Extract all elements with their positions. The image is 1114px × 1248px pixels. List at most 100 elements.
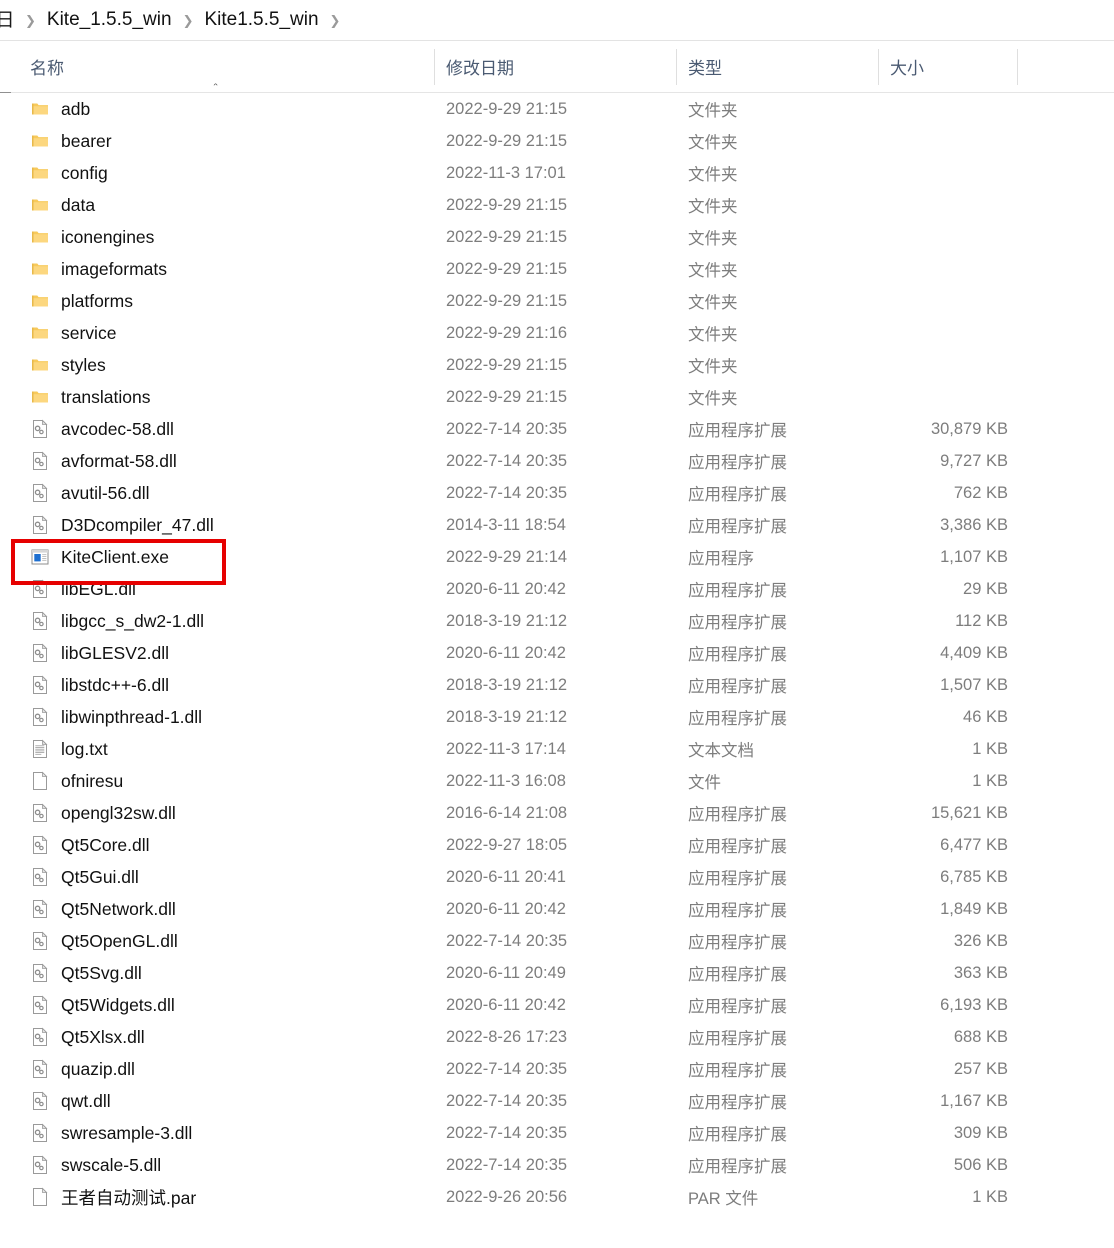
file-row[interactable]: Qt5Gui.dll 2020-6-11 20:41 应用程序扩展 6,785 KB xyxy=(0,861,1114,893)
file-row[interactable]: bearer 2022-9-29 21:15 文件夹 xyxy=(0,125,1114,157)
file-date-cell: 2022-7-14 20:35 xyxy=(446,1091,568,1110)
file-row[interactable]: KiteClient.exe 2022-9-29 21:14 应用程序 1,107 K… xyxy=(0,541,1114,573)
file-row[interactable]: avformat-58.dll 2022-7-14 20:35 应用程序扩展 9,72… xyxy=(0,445,1114,477)
file-name-cell[interactable]: Qt5Svg.dll xyxy=(30,963,142,984)
dll-icon xyxy=(30,515,50,535)
file-name-label: swscale-5.dll xyxy=(61,1154,162,1175)
file-row[interactable]: data 2022-9-29 21:15 文件夹 xyxy=(0,189,1114,221)
file-size-cell: 9,727 KB xyxy=(940,451,1008,470)
file-name-cell[interactable]: libwinpthread-1.dll xyxy=(30,707,202,728)
file-name-cell[interactable]: adb xyxy=(30,99,90,120)
file-name-cell[interactable]: config xyxy=(30,163,108,184)
file-name-cell[interactable]: KiteClient.exe xyxy=(30,547,169,568)
file-row[interactable]: libEGL.dll 2020-6-11 20:42 应用程序扩展 29 KB xyxy=(0,573,1114,605)
file-date-cell: 2020-6-11 20:49 xyxy=(446,963,566,982)
file-name-cell[interactable]: Qt5Xlsx.dll xyxy=(30,1027,145,1048)
breadcrumb-item-0[interactable]: Kite_1.5.5_win xyxy=(45,9,174,31)
file-name-cell[interactable]: avutil-56.dll xyxy=(30,483,150,504)
file-name-cell[interactable]: log.txt xyxy=(30,739,108,760)
file-row[interactable]: platforms 2022-9-29 21:15 文件夹 xyxy=(0,285,1114,317)
file-name-cell[interactable]: platforms xyxy=(30,291,133,312)
file-name-cell[interactable]: Qt5OpenGL.dll xyxy=(30,931,178,952)
breadcrumb-chevron-icon[interactable]: ❯ xyxy=(16,14,45,27)
file-name-label: libGLESV2.dll xyxy=(61,642,169,663)
file-name-label: KiteClient.exe xyxy=(61,546,169,567)
file-date-cell: 2022-11-3 16:08 xyxy=(446,771,566,790)
text-icon xyxy=(30,739,50,759)
file-name-cell[interactable]: Qt5Core.dll xyxy=(30,835,150,856)
file-row[interactable]: service 2022-9-29 21:16 文件夹 xyxy=(0,317,1114,349)
file-type-cell: 文本文档 xyxy=(688,742,754,760)
file-row[interactable]: Qt5Core.dll 2022-9-27 18:05 应用程序扩展 6,477 KB xyxy=(0,829,1114,861)
file-row[interactable]: translations 2022-9-29 21:15 文件夹 xyxy=(0,381,1114,413)
file-row[interactable]: swscale-5.dll 2022-7-14 20:35 应用程序扩展 506 KB xyxy=(0,1149,1114,1181)
file-name-cell[interactable]: ofniresu xyxy=(30,771,123,792)
file-row[interactable]: styles 2022-9-29 21:15 文件夹 xyxy=(0,349,1114,381)
column-divider[interactable] xyxy=(1017,49,1018,85)
file-name-cell[interactable]: Qt5Network.dll xyxy=(30,899,176,920)
file-name-cell[interactable]: opengl32sw.dll xyxy=(30,803,176,824)
file-name-cell[interactable]: iconengines xyxy=(30,227,154,248)
file-name-cell[interactable]: libEGL.dll xyxy=(30,579,136,600)
file-row[interactable]: quazip.dll 2022-7-14 20:35 应用程序扩展 257 KB xyxy=(0,1053,1114,1085)
file-name-cell[interactable]: Qt5Widgets.dll xyxy=(30,995,175,1016)
file-row[interactable]: adb 2022-9-29 21:15 文件夹 xyxy=(0,93,1114,125)
file-row[interactable]: qwt.dll 2022-7-14 20:35 应用程序扩展 1,167 KB xyxy=(0,1085,1114,1117)
file-name-cell[interactable]: swscale-5.dll xyxy=(30,1155,161,1176)
file-date-cell: 2022-9-29 21:15 xyxy=(446,355,568,374)
file-row[interactable]: libwinpthread-1.dll 2018-3-19 21:12 应用程序扩展… xyxy=(0,701,1114,733)
file-name-cell[interactable]: avcodec-58.dll xyxy=(30,419,174,440)
file-type-cell: 应用程序扩展 xyxy=(688,582,787,600)
file-name-cell[interactable]: Qt5Gui.dll xyxy=(30,867,139,888)
file-row[interactable]: log.txt 2022-11-3 17:14 文本文档 1 KB xyxy=(0,733,1114,765)
file-name-cell[interactable]: swresample-3.dll xyxy=(30,1123,192,1144)
file-name-cell[interactable]: libGLESV2.dll xyxy=(30,643,169,664)
file-name-cell[interactable]: translations xyxy=(30,387,151,408)
file-name-cell[interactable]: libgcc_s_dw2-1.dll xyxy=(30,611,204,632)
file-row[interactable]: iconengines 2022-9-29 21:15 文件夹 xyxy=(0,221,1114,253)
file-name-cell[interactable]: qwt.dll xyxy=(30,1091,111,1112)
file-size-cell: 15,621 KB xyxy=(930,803,1008,822)
dll-icon xyxy=(30,579,50,599)
column-header-size[interactable]: 大小 xyxy=(878,41,924,92)
file-name-cell[interactable]: service xyxy=(30,323,116,344)
file-row[interactable]: swresample-3.dll 2022-7-14 20:35 应用程序扩展 309… xyxy=(0,1117,1114,1149)
file-row[interactable]: avutil-56.dll 2022-7-14 20:35 应用程序扩展 762 KB xyxy=(0,477,1114,509)
file-name-cell[interactable]: avformat-58.dll xyxy=(30,451,177,472)
breadcrumb-item-1[interactable]: Kite1.5.5_win xyxy=(202,9,320,31)
breadcrumb-chevron-icon[interactable]: ❯ xyxy=(174,14,203,27)
column-header-date[interactable]: 修改日期 xyxy=(434,41,514,92)
breadcrumb[interactable]: 日 ❯ Kite_1.5.5_win ❯ Kite1.5.5_win ❯ xyxy=(0,0,1114,41)
file-list[interactable]: adb 2022-9-29 21:15 文件夹 bearer 2022-9-29 21:… xyxy=(0,93,1114,1213)
file-row[interactable]: imageformats 2022-9-29 21:15 文件夹 xyxy=(0,253,1114,285)
file-row[interactable]: D3Dcompiler_47.dll 2014-3-11 18:54 应用程序扩展 3… xyxy=(0,509,1114,541)
file-row[interactable]: Qt5Widgets.dll 2020-6-11 20:42 应用程序扩展 6,193… xyxy=(0,989,1114,1021)
file-name-cell[interactable]: imageformats xyxy=(30,259,167,280)
file-row[interactable]: Qt5Network.dll 2020-6-11 20:42 应用程序扩展 1,849… xyxy=(0,893,1114,925)
file-date-cell: 2022-9-29 21:14 xyxy=(446,547,568,566)
file-type-cell: 文件 xyxy=(688,774,721,792)
file-name-cell[interactable]: D3Dcompiler_47.dll xyxy=(30,515,214,536)
file-row[interactable]: avcodec-58.dll 2022-7-14 20:35 应用程序扩展 30,87… xyxy=(0,413,1114,445)
file-name-cell[interactable]: libstdc++-6.dll xyxy=(30,675,169,696)
file-row[interactable]: config 2022-11-3 17:01 文件夹 xyxy=(0,157,1114,189)
file-row[interactable]: ofniresu 2022-11-3 16:08 文件 1 KB xyxy=(0,765,1114,797)
file-name-cell[interactable]: 王者自动测试.par xyxy=(30,1185,196,1210)
file-row[interactable]: Qt5Svg.dll 2020-6-11 20:49 应用程序扩展 363 KB xyxy=(0,957,1114,989)
file-name-cell[interactable]: bearer xyxy=(30,131,112,152)
file-row[interactable]: libstdc++-6.dll 2018-3-19 21:12 应用程序扩展 1,50… xyxy=(0,669,1114,701)
file-name-cell[interactable]: quazip.dll xyxy=(30,1059,135,1080)
column-header-name[interactable]: 名称 xyxy=(18,41,64,92)
column-header-type[interactable]: 类型 xyxy=(676,41,722,92)
file-name-cell[interactable]: styles xyxy=(30,355,106,376)
file-row[interactable]: Qt5Xlsx.dll 2022-8-26 17:23 应用程序扩展 688 KB xyxy=(0,1021,1114,1053)
file-row[interactable]: opengl32sw.dll 2016-6-14 21:08 应用程序扩展 15,62… xyxy=(0,797,1114,829)
breadcrumb-chevron-icon[interactable]: ❯ xyxy=(321,14,350,27)
drive-root-icon[interactable]: 日 xyxy=(0,9,16,31)
file-name-cell[interactable]: data xyxy=(30,195,95,216)
file-type-cell: 应用程序扩展 xyxy=(688,710,787,728)
file-row[interactable]: libGLESV2.dll 2020-6-11 20:42 应用程序扩展 4,409 … xyxy=(0,637,1114,669)
file-row[interactable]: Qt5OpenGL.dll 2022-7-14 20:35 应用程序扩展 326 KB xyxy=(0,925,1114,957)
file-row[interactable]: 王者自动测试.par 2022-9-26 20:56 PAR 文件 1 KB xyxy=(0,1181,1114,1213)
file-row[interactable]: libgcc_s_dw2-1.dll 2018-3-19 21:12 应用程序扩展 1… xyxy=(0,605,1114,637)
